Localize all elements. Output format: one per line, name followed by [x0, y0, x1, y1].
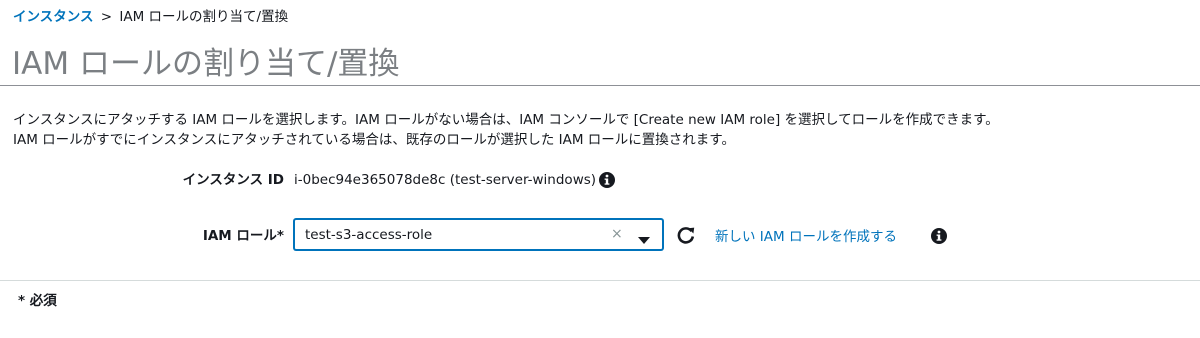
refresh-icon[interactable]	[676, 225, 696, 245]
create-new-iam-role-link[interactable]: 新しい IAM ロールを作成する	[715, 228, 897, 246]
section-divider	[0, 280, 1200, 281]
caret-down-icon[interactable]	[637, 230, 651, 244]
info-icon[interactable]	[598, 171, 616, 189]
description-line-1: インスタンスにアタッチする IAM ロールを選択します。IAM ロールがない場合…	[13, 112, 999, 128]
breadcrumb: インスタンス > IAM ロールの割り当て/置換	[13, 8, 288, 26]
clear-icon[interactable]: ×	[611, 225, 623, 243]
description: インスタンスにアタッチする IAM ロールを選択します。IAM ロールがない場合…	[13, 110, 999, 150]
iam-role-selected-value: test-s3-access-role	[305, 227, 433, 243]
breadcrumb-separator: >	[100, 9, 113, 25]
info-icon[interactable]	[930, 227, 948, 245]
iam-role-select[interactable]: test-s3-access-role ×	[294, 219, 663, 250]
page: インスタンス > IAM ロールの割り当て/置換 IAM ロールの割り当て/置換…	[0, 0, 1200, 338]
description-line-2: IAM ロールがすでにインスタンスにアタッチされている場合は、既存のロールが選択…	[13, 132, 735, 148]
instance-id-value: i-0bec94e365078de8c (test-server-windows…	[294, 172, 597, 188]
iam-role-label: IAM ロール*	[202, 228, 284, 244]
page-title: IAM ロールの割り当て/置換	[12, 46, 400, 82]
title-divider	[0, 85, 1200, 86]
breadcrumb-link-instances[interactable]: インスタンス	[13, 9, 93, 25]
required-note: * 必須	[18, 293, 57, 309]
instance-id-label: インスタンス ID	[182, 172, 284, 188]
breadcrumb-current: IAM ロールの割り当て/置換	[119, 9, 289, 25]
